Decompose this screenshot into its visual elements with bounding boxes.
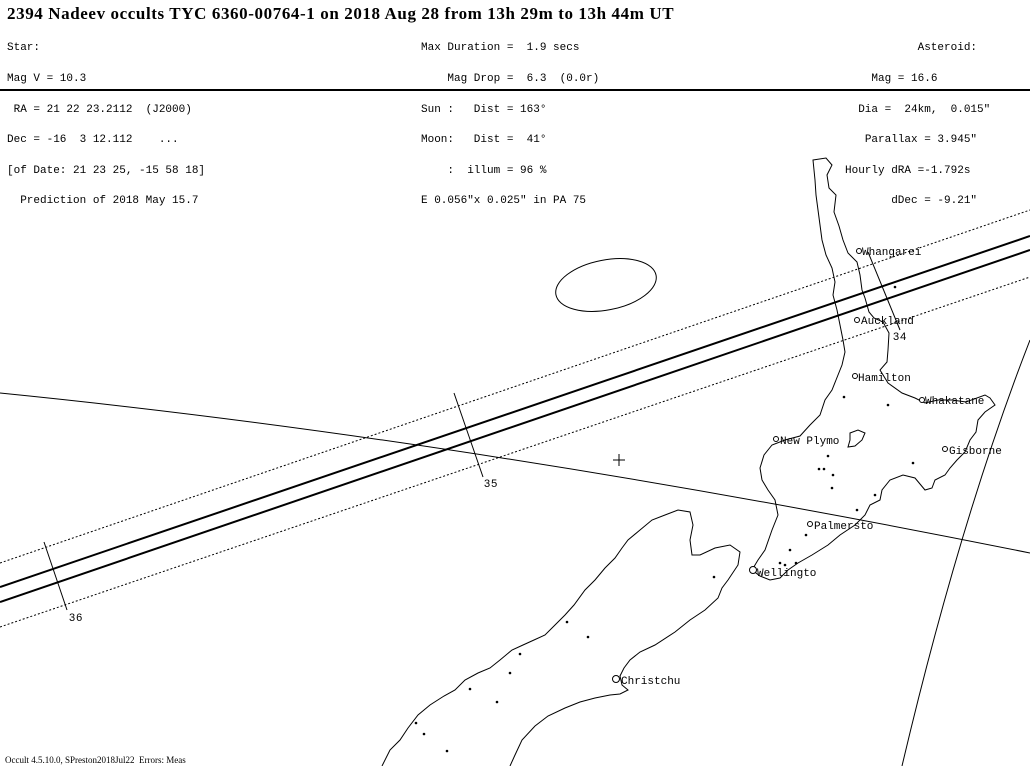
city-label: Whangarei <box>862 247 922 259</box>
north-error-limit <box>0 209 1030 564</box>
north-island-outline <box>751 157 996 581</box>
city-new-plymouth: New Plymo <box>773 436 839 448</box>
city-label: Christchu <box>621 676 680 688</box>
time-tick-35-mark <box>453 392 484 478</box>
city-label: Gisborne <box>949 446 1002 458</box>
time-tick-34-label: 34 <box>893 331 907 343</box>
north-path-limit <box>0 235 1030 588</box>
error-ellipse-shape <box>555 258 657 312</box>
south-error-limit <box>0 276 1030 628</box>
city-label: New Plymo <box>780 436 839 448</box>
software-footer: Occult 4.5.10.0, SPreston2018Jul22 Error… <box>5 755 186 765</box>
city-auckland: Auckland <box>854 316 914 328</box>
city-wellington: Wellingto <box>749 566 816 580</box>
lake-taupo <box>847 429 866 448</box>
city-whakatane: Whakatane <box>919 396 984 408</box>
city-marker-icon <box>919 397 925 403</box>
city-label: Wellingto <box>757 568 816 580</box>
city-gisborne: Gisborne <box>942 446 1002 458</box>
city-marker-icon <box>856 248 862 254</box>
city-whangarei: Whangarei <box>856 247 922 259</box>
south-path-limit <box>0 249 1030 603</box>
city-palmerston: Palmersto <box>807 521 873 533</box>
horizon-curve <box>0 392 1030 554</box>
center-cross-icon <box>613 454 625 466</box>
city-marker-icon <box>612 675 620 683</box>
city-label: Whakatane <box>925 396 984 408</box>
city-christchurch: Christchu <box>612 675 680 688</box>
city-marker-icon <box>807 521 813 527</box>
city-marker-icon <box>942 446 948 452</box>
city-hamilton: Hamilton <box>852 373 911 385</box>
city-label: Palmersto <box>814 521 873 533</box>
south-island-outline <box>381 509 741 766</box>
city-marker-icon <box>773 436 779 442</box>
time-tick-35-label: 35 <box>484 478 498 490</box>
city-marker-icon <box>854 317 860 323</box>
time-tick-36-label: 36 <box>69 612 83 624</box>
city-label: Hamilton <box>858 373 911 385</box>
time-tick-36-mark <box>43 541 68 611</box>
occultation-map: 34 35 36 Whangarei Auckland Hamilton Wha… <box>0 157 1030 766</box>
city-marker-icon <box>749 566 757 574</box>
city-label: Auckland <box>861 316 914 328</box>
city-marker-icon <box>852 373 858 379</box>
